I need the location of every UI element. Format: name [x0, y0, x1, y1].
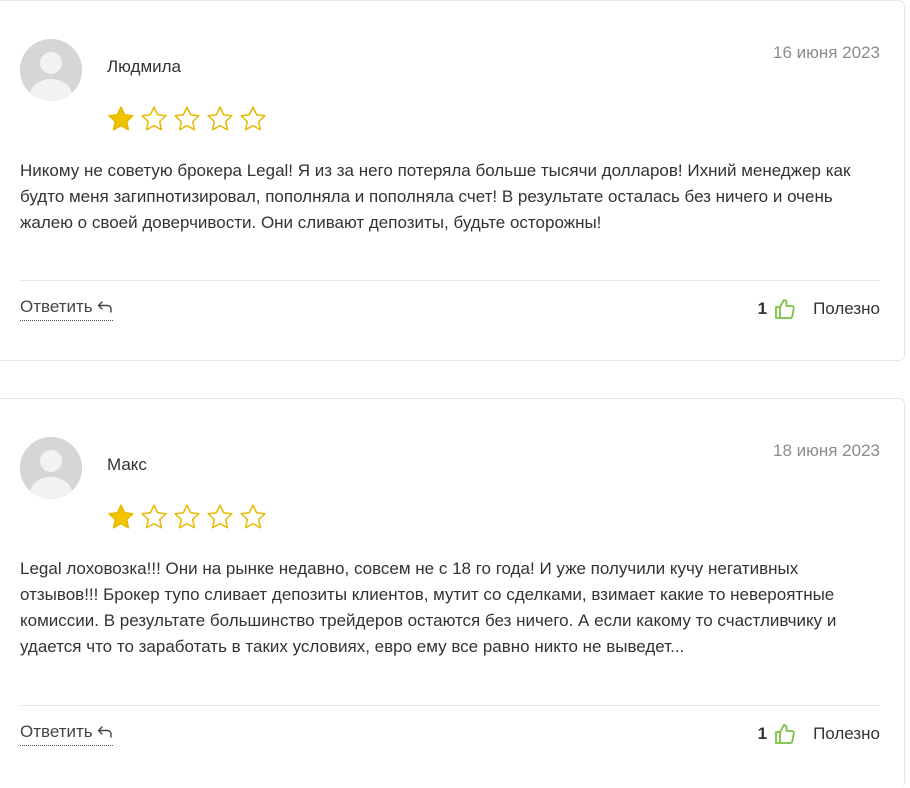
review-card: Людмила 16 июня 2023 Никому не советую б… — [0, 0, 905, 361]
review-author: Людмила — [107, 57, 182, 76]
reply-arrow-icon — [97, 301, 112, 313]
star-filled-icon — [108, 106, 134, 131]
star-filled-icon — [108, 504, 134, 529]
helpful-count: 1 — [757, 724, 768, 743]
reply-button[interactable]: Ответить — [20, 722, 113, 746]
helpful-button[interactable]: Полезно — [813, 299, 880, 319]
review-text: Legal лоховозка!!! Они на рынке недавно,… — [20, 559, 837, 656]
star-empty-icon — [174, 106, 200, 131]
divider — [20, 280, 880, 281]
review-card: Макс 18 июня 2023 Legal лоховозка!!! Они… — [0, 398, 905, 788]
thumbs-up-icon[interactable] — [773, 722, 797, 746]
reply-label: Ответить — [20, 297, 93, 316]
review-date: 18 июня 2023 — [772, 441, 880, 460]
star-empty-icon — [141, 504, 167, 529]
review-text: Никому не советую брокера Legal! Я из за… — [20, 161, 851, 232]
star-empty-icon — [240, 106, 266, 131]
divider — [20, 705, 880, 706]
helpful-count: 1 — [757, 299, 768, 318]
reply-button[interactable]: Ответить — [20, 297, 113, 321]
star-rating — [106, 502, 268, 532]
star-empty-icon — [141, 106, 167, 131]
helpful-vote: 1 Полезно — [758, 297, 880, 321]
star-empty-icon — [240, 504, 266, 529]
review-date: 16 июня 2023 — [772, 43, 880, 62]
star-empty-icon — [174, 504, 200, 529]
reply-label: Ответить — [20, 722, 93, 741]
helpful-vote: 1 Полезно — [758, 722, 880, 746]
thumbs-up-icon[interactable] — [773, 297, 797, 321]
star-empty-icon — [207, 106, 233, 131]
reply-arrow-icon — [97, 726, 112, 738]
avatar — [20, 39, 82, 101]
helpful-button[interactable]: Полезно — [813, 724, 880, 744]
review-author: Макс — [107, 455, 147, 474]
star-rating — [106, 104, 268, 134]
star-empty-icon — [207, 504, 233, 529]
avatar — [20, 437, 82, 499]
